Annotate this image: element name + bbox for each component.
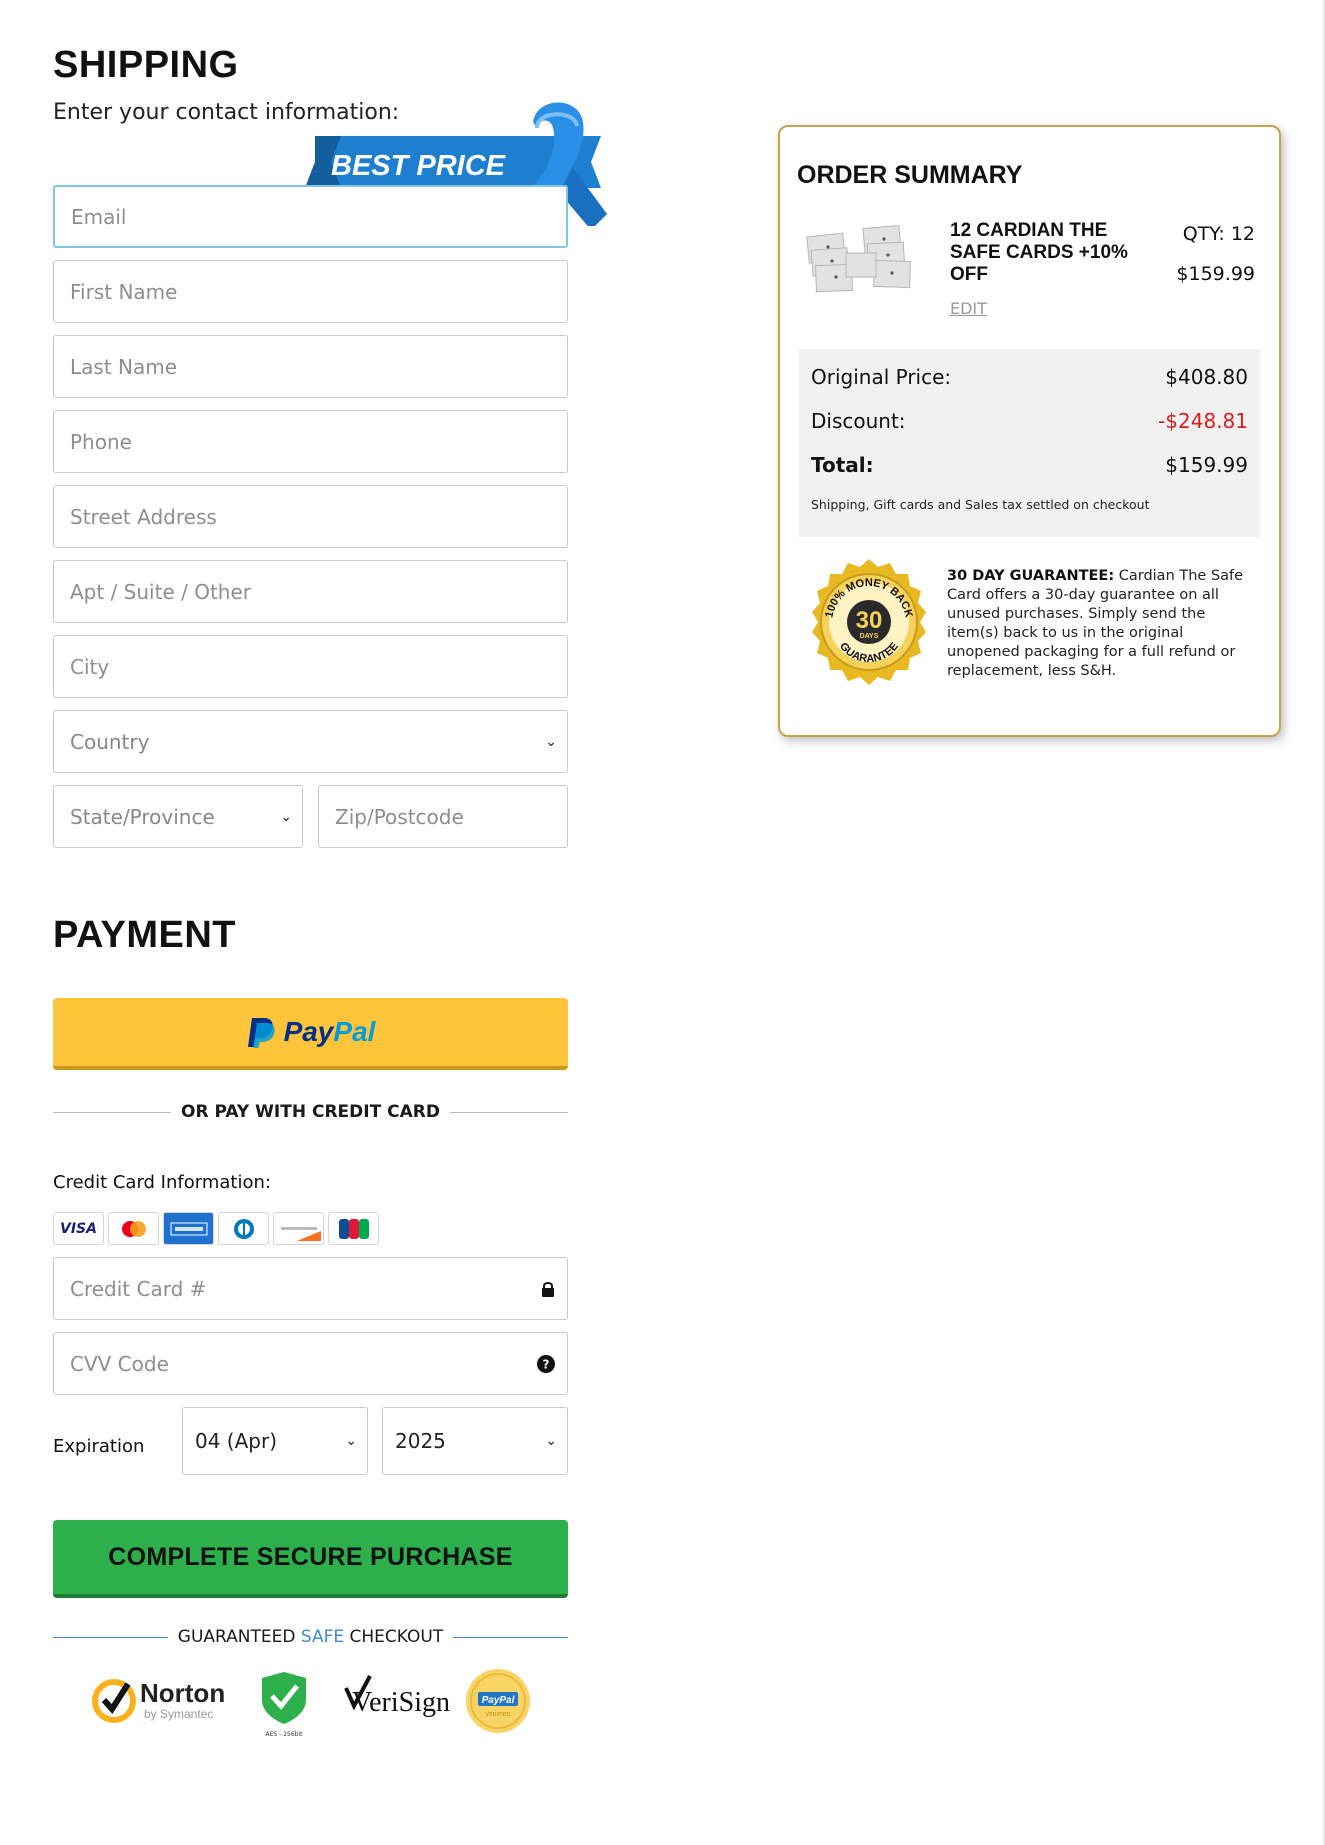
- cc-info-label: Credit Card Information:: [53, 1172, 271, 1193]
- svg-text:30: 30: [856, 607, 883, 634]
- expiration-label: Expiration: [53, 1436, 145, 1457]
- svg-text:VeriSign: VeriSign: [352, 1687, 450, 1718]
- svg-text:VERIFIED: VERIFIED: [485, 1712, 510, 1718]
- money-back-seal: 100% MONEY BACK GUARANTEE 30 DAYS: [812, 559, 926, 685]
- amex-icon: [163, 1212, 214, 1245]
- paypal-wordmark: PayPal: [283, 1016, 376, 1047]
- apt-suite-field[interactable]: [53, 560, 568, 623]
- total-label: Total:: [811, 453, 874, 477]
- complete-purchase-button[interactable]: COMPLETE SECURE PURCHASE: [53, 1520, 568, 1598]
- last-name-field[interactable]: [53, 335, 568, 398]
- jcb-icon: [328, 1212, 379, 1245]
- svg-text:DAYS: DAYS: [860, 633, 879, 640]
- original-price-row: Original Price: $408.80: [811, 365, 1248, 389]
- discount-label: Discount:: [811, 409, 906, 433]
- exp-year-select[interactable]: 2025 ⌄: [382, 1407, 568, 1475]
- diners-club-icon: [218, 1212, 269, 1245]
- shipping-title: SHIPPING: [53, 44, 239, 86]
- checkout-note: Shipping, Gift cards and Sales tax settl…: [811, 497, 1150, 512]
- card-brands: VISA: [53, 1212, 379, 1245]
- product-price: $159.99: [1176, 263, 1255, 285]
- svg-text:Norton: Norton: [140, 1678, 225, 1708]
- svg-text:PayPal: PayPal: [482, 1695, 515, 1706]
- guarantee-text: 30 DAY GUARANTEE: Cardian The Safe Card …: [947, 568, 1244, 679]
- or-credit-card-text: OR PAY WITH CREDIT CARD: [181, 1102, 440, 1122]
- best-price-text: BEST PRICE: [331, 150, 507, 182]
- edit-order-link[interactable]: EDIT: [950, 299, 987, 318]
- paypal-button[interactable]: PayPal: [53, 998, 568, 1070]
- street-address-input[interactable]: [54, 486, 567, 547]
- price-breakdown: Original Price: $408.80 Discount: -$248.…: [799, 349, 1260, 537]
- street-address-field[interactable]: [53, 485, 568, 548]
- discount-value: -$248.81: [1158, 409, 1248, 433]
- safe-checkout-divider: GUARANTEED SAFE CHECKOUT: [53, 1627, 569, 1647]
- original-price-label: Original Price:: [811, 365, 952, 389]
- paypal-logo-icon: [247, 1018, 275, 1048]
- product-name: 12 CARDIAN THE SAFE CARDS +10% OFF: [950, 220, 1128, 285]
- discover-icon: [273, 1212, 324, 1245]
- discount-row: Discount: -$248.81: [811, 409, 1248, 433]
- product-image: [806, 224, 911, 293]
- zip-input[interactable]: [319, 786, 567, 847]
- exp-month-dropdown[interactable]: 04 (Apr): [183, 1408, 367, 1474]
- phone-input[interactable]: [54, 411, 567, 472]
- cvv-field[interactable]: ?: [53, 1332, 568, 1395]
- trust-badges: Norton by Symantec AES - 256bit VeriSign…: [92, 1669, 530, 1738]
- first-name-input[interactable]: [54, 261, 567, 322]
- svg-text:AES - 256bit: AES - 256bit: [266, 1731, 304, 1738]
- norton-badge: Norton by Symantec: [92, 1678, 225, 1723]
- cvv-input[interactable]: [54, 1333, 567, 1394]
- svg-text:?: ?: [543, 1357, 550, 1371]
- total-value: $159.99: [1165, 453, 1248, 477]
- total-row: Total: $159.99: [811, 453, 1248, 477]
- lock-icon: [542, 1281, 554, 1297]
- or-credit-card-divider: OR PAY WITH CREDIT CARD: [53, 1102, 568, 1122]
- zip-field[interactable]: [318, 785, 568, 848]
- state-dropdown[interactable]: State/Province: [54, 786, 302, 847]
- first-name-field[interactable]: [53, 260, 568, 323]
- last-name-input[interactable]: [54, 336, 567, 397]
- svg-text:by Symantec: by Symantec: [144, 1707, 213, 1721]
- mastercard-icon: [108, 1212, 159, 1245]
- phone-field[interactable]: [53, 410, 568, 473]
- city-input[interactable]: [54, 636, 567, 697]
- credit-card-field[interactable]: [53, 1257, 568, 1320]
- aes-256bit-badge: AES - 256bit: [262, 1672, 306, 1738]
- country-dropdown[interactable]: Country: [54, 711, 567, 772]
- email-input[interactable]: [55, 187, 566, 246]
- order-summary: ORDER SUMMARY 12 CARDIAN THE SAFE CARDS …: [778, 125, 1281, 737]
- exp-year-dropdown[interactable]: 2025: [383, 1408, 567, 1474]
- country-select[interactable]: Country ⌄: [53, 710, 568, 773]
- product-quantity: QTY: 12: [1182, 223, 1255, 245]
- visa-icon: VISA: [53, 1212, 104, 1245]
- email-field[interactable]: [53, 185, 568, 248]
- verisign-badge: VeriSign: [344, 1675, 450, 1718]
- paypal-verified-badge: PayPal VERIFIED: [466, 1669, 530, 1733]
- payment-title: PAYMENT: [53, 914, 236, 956]
- city-field[interactable]: [53, 635, 568, 698]
- original-price-value: $408.80: [1165, 365, 1248, 389]
- order-summary-title: ORDER SUMMARY: [797, 161, 1023, 189]
- help-icon[interactable]: ?: [537, 1354, 555, 1373]
- credit-card-input[interactable]: [54, 1258, 567, 1319]
- safe-checkout-text: GUARANTEED SAFE CHECKOUT: [177, 1627, 444, 1647]
- state-select[interactable]: State/Province ⌄: [53, 785, 303, 848]
- exp-month-select[interactable]: 04 (Apr) ⌄: [182, 1407, 368, 1475]
- apt-suite-input[interactable]: [54, 561, 567, 622]
